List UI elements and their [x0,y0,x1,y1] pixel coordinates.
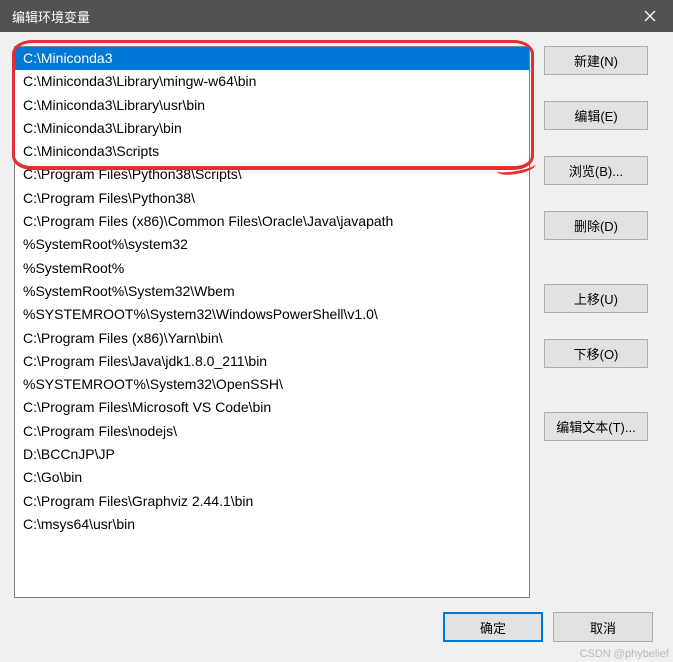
list-item[interactable]: %SystemRoot%\System32\Wbem [15,280,529,303]
edit-text-button[interactable]: 编辑文本(T)... [544,412,648,441]
list-item[interactable]: C:\Miniconda3\Library\mingw-w64\bin [15,70,529,93]
dialog-buttons: 确定 取消 [443,612,653,642]
watermark: CSDN @phybelief [580,648,669,660]
list-item[interactable]: C:\Program Files\Java\jdk1.8.0_211\bin [15,350,529,373]
close-icon[interactable] [627,0,673,32]
list-item[interactable]: C:\Program Files\Microsoft VS Code\bin [15,396,529,419]
list-item[interactable]: C:\Miniconda3\Scripts [15,140,529,163]
new-button[interactable]: 新建(N) [544,46,648,75]
edit-button[interactable]: 编辑(E) [544,101,648,130]
delete-button[interactable]: 删除(D) [544,211,648,240]
move-up-button[interactable]: 上移(U) [544,284,648,313]
ok-button[interactable]: 确定 [443,612,543,642]
list-item[interactable]: C:\Program Files\nodejs\ [15,420,529,443]
list-item[interactable]: %SYSTEMROOT%\System32\OpenSSH\ [15,373,529,396]
move-down-button[interactable]: 下移(O) [544,339,648,368]
list-item[interactable]: C:\Miniconda3 [15,47,529,70]
list-item[interactable]: C:\Program Files\Graphviz 2.44.1\bin [15,490,529,513]
list-item[interactable]: C:\Program Files\Python38\ [15,187,529,210]
list-item[interactable]: C:\Go\bin [15,466,529,489]
list-item[interactable]: C:\Program Files\Python38\Scripts\ [15,163,529,186]
list-item[interactable]: C:\Program Files (x86)\Common Files\Orac… [15,210,529,233]
path-listbox[interactable]: C:\Miniconda3 C:\Miniconda3\Library\ming… [14,46,530,598]
list-item[interactable]: C:\Miniconda3\Library\usr\bin [15,94,529,117]
button-column: 新建(N) 编辑(E) 浏览(B)... 删除(D) 上移(U) 下移(O) 编… [544,46,648,598]
browse-button[interactable]: 浏览(B)... [544,156,648,185]
cancel-button[interactable]: 取消 [553,612,653,642]
list-item[interactable]: %SystemRoot%\system32 [15,233,529,256]
titlebar: 编辑环境变量 [0,0,673,32]
window-title: 编辑环境变量 [12,7,90,26]
list-item[interactable]: D:\BCCnJP\JP [15,443,529,466]
list-item[interactable]: %SYSTEMROOT%\System32\WindowsPowerShell\… [15,303,529,326]
list-item[interactable]: %SystemRoot% [15,257,529,280]
list-item[interactable]: C:\msys64\usr\bin [15,513,529,536]
list-item[interactable]: C:\Program Files (x86)\Yarn\bin\ [15,327,529,350]
list-item[interactable]: C:\Miniconda3\Library\bin [15,117,529,140]
